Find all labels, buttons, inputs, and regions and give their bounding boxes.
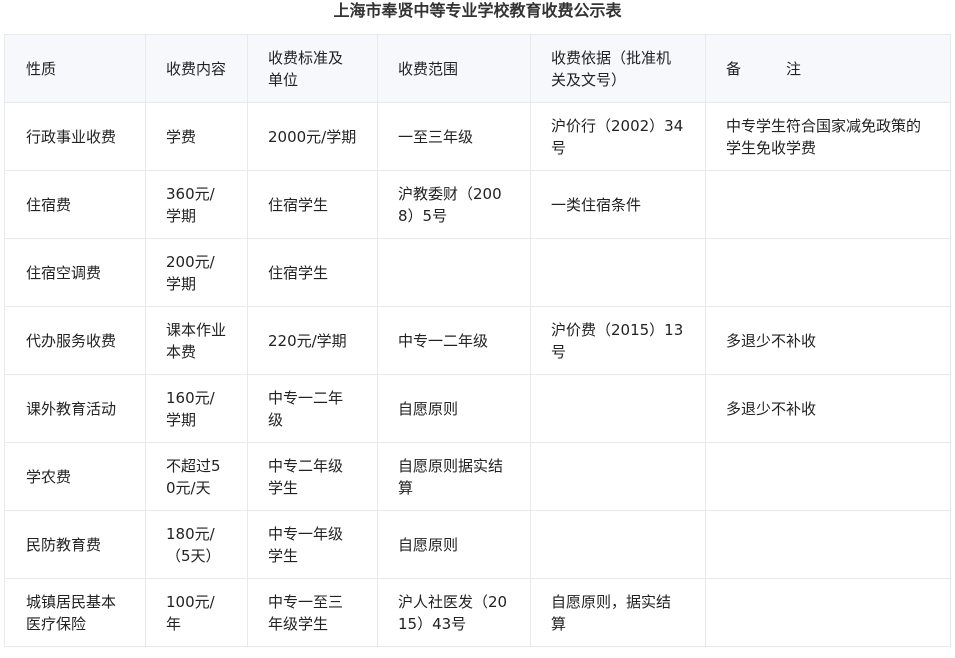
cell-standard: 住宿学生 — [247, 170, 378, 239]
cell-remark — [705, 442, 951, 511]
cell-basis — [530, 510, 706, 579]
cell-nature: 住宿费 — [4, 170, 146, 239]
fee-table: 性质 收费内容 收费标准及单位 收费范围 收费依据（批准机关及文号） 备 注 行… — [4, 34, 951, 647]
table-row: 学农费 不超过50元/天 中专二年级学生 自愿原则据实结算 — [4, 442, 951, 511]
cell-basis — [530, 374, 706, 443]
header-cell-remark: 备 注 — [705, 34, 951, 103]
cell-remark — [705, 238, 951, 307]
cell-nature: 住宿空调费 — [4, 238, 146, 307]
cell-content: 160元/学期 — [145, 374, 248, 443]
table-header-row: 性质 收费内容 收费标准及单位 收费范围 收费依据（批准机关及文号） 备 注 — [4, 34, 951, 103]
table-row: 课外教育活动 160元/学期 中专一二年级 自愿原则 多退少不补收 — [4, 374, 951, 443]
cell-standard: 220元/学期 — [247, 306, 378, 375]
table-row: 住宿费 360元/学期 住宿学生 沪教委财（2008）5号 一类住宿条件 — [4, 170, 951, 239]
cell-scope: 沪教委财（2008）5号 — [377, 170, 531, 239]
cell-basis — [530, 238, 706, 307]
fee-table-container: 性质 收费内容 收费标准及单位 收费范围 收费依据（批准机关及文号） 备 注 行… — [4, 34, 951, 647]
cell-content: 100元/年 — [145, 578, 248, 647]
header-cell-content: 收费内容 — [145, 34, 248, 103]
header-cell-standard: 收费标准及单位 — [247, 34, 378, 103]
cell-scope: 沪人社医发（2015）43号 — [377, 578, 531, 647]
cell-scope: 中专一二年级 — [377, 306, 531, 375]
cell-scope: 自愿原则据实结算 — [377, 442, 531, 511]
cell-nature: 课外教育活动 — [4, 374, 146, 443]
cell-basis: 自愿原则，据实结算 — [530, 578, 706, 647]
cell-content: 学费 — [145, 102, 248, 171]
page-title: 上海市奉贤中等专业学校教育收费公示表 — [333, 1, 622, 20]
cell-nature: 民防教育费 — [4, 510, 146, 579]
cell-scope: 自愿原则 — [377, 374, 531, 443]
header-cell-scope: 收费范围 — [377, 34, 531, 103]
cell-remark: 多退少不补收 — [705, 306, 951, 375]
table-row: 城镇居民基本医疗保险 100元/年 中专一至三年级学生 沪人社医发（2015）4… — [4, 578, 951, 647]
cell-scope — [377, 238, 531, 307]
cell-standard: 2000元/学期 — [247, 102, 378, 171]
cell-remark — [705, 578, 951, 647]
table-row: 住宿空调费 200元/学期 住宿学生 — [4, 238, 951, 307]
cell-standard: 住宿学生 — [247, 238, 378, 307]
cell-content: 200元/学期 — [145, 238, 248, 307]
cell-scope: 自愿原则 — [377, 510, 531, 579]
table-row: 民防教育费 180元/（5天） 中专一年级学生 自愿原则 — [4, 510, 951, 579]
cell-content: 课本作业本费 — [145, 306, 248, 375]
table-row: 代办服务收费 课本作业本费 220元/学期 中专一二年级 沪价费（2015）13… — [4, 306, 951, 375]
cell-remark: 多退少不补收 — [705, 374, 951, 443]
cell-basis: 沪价行（2002）34号 — [530, 102, 706, 171]
cell-nature: 代办服务收费 — [4, 306, 146, 375]
cell-nature: 学农费 — [4, 442, 146, 511]
cell-nature: 行政事业收费 — [4, 102, 146, 171]
cell-content: 360元/学期 — [145, 170, 248, 239]
cell-remark — [705, 510, 951, 579]
cell-content: 不超过50元/天 — [145, 442, 248, 511]
cell-standard: 中专一年级学生 — [247, 510, 378, 579]
cell-scope: 一至三年级 — [377, 102, 531, 171]
header-cell-basis: 收费依据（批准机关及文号） — [530, 34, 706, 103]
cell-nature: 城镇居民基本医疗保险 — [4, 578, 146, 647]
table-row: 行政事业收费 学费 2000元/学期 一至三年级 沪价行（2002）34号 中专… — [4, 102, 951, 171]
header-cell-nature: 性质 — [4, 34, 146, 103]
cell-basis — [530, 442, 706, 511]
cell-remark: 中专学生符合国家减免政策的学生免收学费 — [705, 102, 951, 171]
cell-standard: 中专一二年级 — [247, 374, 378, 443]
cell-content: 180元/（5天） — [145, 510, 248, 579]
cell-basis: 沪价费（2015）13号 — [530, 306, 706, 375]
cell-basis: 一类住宿条件 — [530, 170, 706, 239]
cell-remark — [705, 170, 951, 239]
cell-standard: 中专一至三年级学生 — [247, 578, 378, 647]
cell-standard: 中专二年级学生 — [247, 442, 378, 511]
